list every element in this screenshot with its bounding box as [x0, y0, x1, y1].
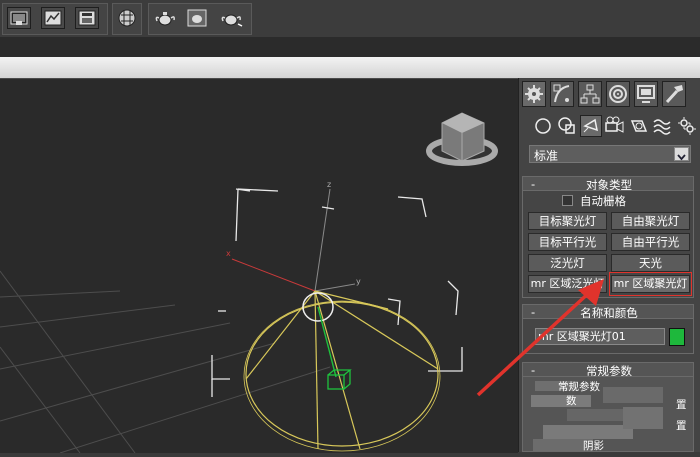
annotation-arrow-shaft [476, 288, 594, 397]
annotation-arrow-head [578, 279, 604, 306]
annotation-overlay [476, 279, 604, 397]
